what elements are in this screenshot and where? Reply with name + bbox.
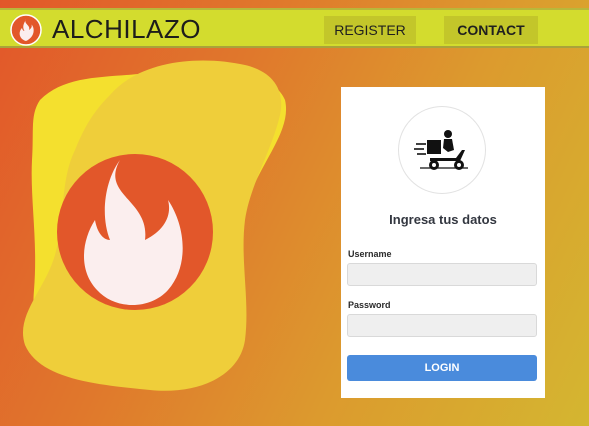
login-title: Ingresa tus datos xyxy=(389,212,497,227)
flame-icon xyxy=(57,154,213,310)
delivery-scooter-icon xyxy=(414,130,468,170)
register-button[interactable]: REGISTER xyxy=(324,16,416,44)
password-label: Password xyxy=(348,300,391,310)
username-label: Username xyxy=(348,249,392,259)
username-input[interactable] xyxy=(347,263,537,286)
password-input[interactable] xyxy=(347,314,537,337)
login-button[interactable]: LOGIN xyxy=(347,355,537,381)
hero-illustration xyxy=(22,60,287,391)
contact-button[interactable]: CONTACT xyxy=(444,16,538,44)
login-card: Ingresa tus datos Username Password LOGI… xyxy=(341,87,545,398)
delivery-avatar xyxy=(399,107,485,193)
